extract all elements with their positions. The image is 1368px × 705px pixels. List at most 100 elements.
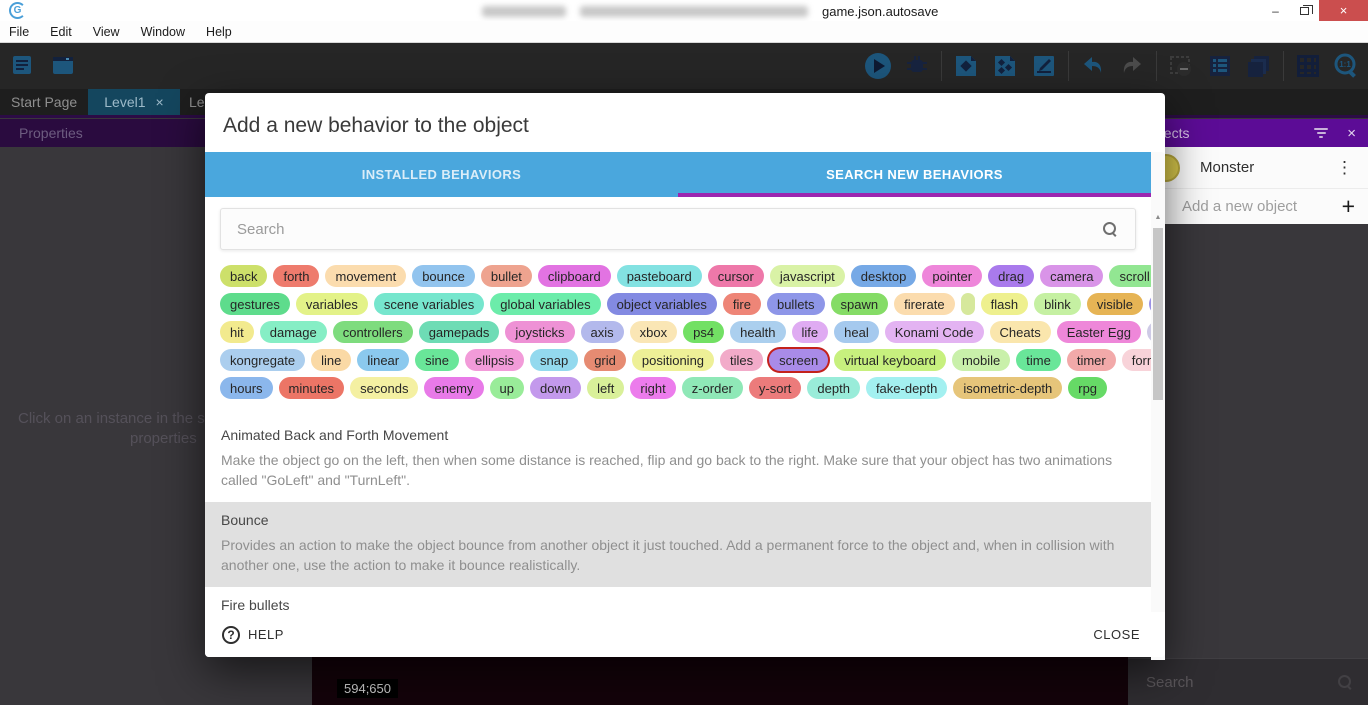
tag-chip-spawn[interactable]: spawn	[831, 293, 889, 315]
tag-chip-isometric-depth[interactable]: isometric-depth	[953, 377, 1062, 399]
tag-chip-gamepads[interactable]: gamepads	[419, 321, 500, 343]
redo-icon[interactable]	[1117, 51, 1147, 81]
tag-chip-kongregate[interactable]: kongregate	[220, 349, 305, 371]
tag-chip-cheats[interactable]: Cheats	[990, 321, 1051, 343]
object-menu-icon[interactable]: ⋮	[1336, 158, 1353, 178]
restore-button[interactable]	[1290, 0, 1319, 21]
tag-chip-enemy[interactable]: enemy	[424, 377, 483, 399]
tag-chip-back[interactable]: back	[220, 265, 267, 287]
undo-icon[interactable]	[1078, 51, 1108, 81]
tag-chip-javascript[interactable]: javascript	[770, 265, 845, 287]
tag-chip-fire[interactable]: fire	[723, 293, 761, 315]
menu-item-help[interactable]: Help	[206, 25, 232, 39]
behavior-item-bounce[interactable]: BounceProvides an action to make the obj…	[205, 502, 1151, 587]
tag-chip-bullets[interactable]: bullets	[767, 293, 825, 315]
scrollbar-thumb[interactable]	[1153, 228, 1163, 400]
tag-chip-blink[interactable]: blink	[1034, 293, 1081, 315]
tag-chip-hit[interactable]: hit	[220, 321, 254, 343]
tag-chip-y-sort[interactable]: y-sort	[749, 377, 802, 399]
tag-chip-positioning[interactable]: positioning	[632, 349, 714, 371]
tag-chip-left[interactable]: left	[587, 377, 624, 399]
filter-icon[interactable]	[1313, 128, 1329, 138]
scene-window-icon[interactable]	[48, 51, 78, 81]
tag-chip-snap[interactable]: snap	[530, 349, 578, 371]
instances-list-icon[interactable]	[1205, 51, 1235, 81]
layers-icon[interactable]	[1244, 51, 1274, 81]
tag-chip-depth[interactable]: depth	[807, 377, 860, 399]
tag-chip-object-variables[interactable]: object variables	[607, 293, 717, 315]
tab-level1[interactable]: Level1 ×	[88, 89, 180, 115]
tag-chip-joysticks[interactable]: joysticks	[505, 321, 574, 343]
tag-chip-z-order[interactable]: z-order	[682, 377, 743, 399]
project-manager-icon[interactable]	[8, 51, 38, 81]
tag-chip-down[interactable]: down	[530, 377, 581, 399]
tag-chip-right[interactable]: right	[630, 377, 675, 399]
dialog-scrollbar[interactable]: ▲ ▼	[1151, 152, 1165, 660]
tag-chip-flash[interactable]: flash	[981, 293, 1028, 315]
debug-icon[interactable]	[902, 51, 932, 81]
tag-chip-heal[interactable]: heal	[834, 321, 879, 343]
tag-chip-virtual-keyboard[interactable]: virtual keyboard	[834, 349, 946, 371]
help-button[interactable]: ? HELP	[222, 626, 284, 644]
tag-chip-bounce[interactable]: bounce	[412, 265, 475, 287]
zoom-1-1-icon[interactable]: 1:1	[1332, 51, 1362, 81]
tag-chip-screen[interactable]: screen	[769, 349, 828, 371]
scroll-up-icon[interactable]: ▲	[1151, 214, 1165, 221]
tag-chip-up[interactable]: up	[490, 377, 524, 399]
tag-chip-camera[interactable]: camera	[1040, 265, 1103, 287]
tab-search-new-behaviors[interactable]: SEARCH NEW BEHAVIORS	[678, 152, 1151, 197]
add-object-icon[interactable]	[951, 51, 981, 81]
menu-item-window[interactable]: Window	[141, 25, 185, 39]
close-window-button[interactable]: ×	[1319, 0, 1368, 21]
tag-chip-variables[interactable]: variables	[296, 293, 368, 315]
tag-chip-tiles[interactable]: tiles	[720, 349, 763, 371]
tag-chip-life[interactable]: life	[792, 321, 829, 343]
menu-item-edit[interactable]: Edit	[50, 25, 72, 39]
tag-chip-ps4[interactable]: ps4	[683, 321, 724, 343]
tag-chip-bullet[interactable]: bullet	[481, 265, 532, 287]
minimize-button[interactable]: –	[1261, 0, 1290, 21]
behavior-item-animated-back-and-forth-movement[interactable]: Animated Back and Forth MovementMake the…	[205, 417, 1151, 502]
tab-installed-behaviors[interactable]: INSTALLED BEHAVIORS	[205, 152, 678, 197]
menu-item-view[interactable]: View	[93, 25, 120, 39]
tag-chip-hours[interactable]: hours	[220, 377, 273, 399]
tab-start-page[interactable]: Start Page	[11, 89, 77, 115]
tag-chip-firerate[interactable]: firerate	[894, 293, 954, 315]
tab-close-icon[interactable]: ×	[156, 94, 164, 110]
tag-chip-blank[interactable]	[961, 293, 975, 315]
tag-chip-format[interactable]: format	[1122, 349, 1151, 371]
objects-search-field[interactable]: Search	[1128, 658, 1368, 705]
tag-chip-rpg[interactable]: rpg	[1068, 377, 1107, 399]
close-dialog-button[interactable]: CLOSE	[1093, 627, 1140, 642]
behavior-search-field[interactable]: Search	[220, 208, 1136, 250]
menu-item-file[interactable]: File	[9, 25, 29, 39]
tag-chip-grid[interactable]: grid	[584, 349, 626, 371]
tag-chip-visible[interactable]: visible	[1087, 293, 1143, 315]
tag-chip-pasteboard[interactable]: pasteboard	[617, 265, 702, 287]
tag-chip-axis[interactable]: axis	[581, 321, 624, 343]
tag-chip-xbox[interactable]: xbox	[630, 321, 677, 343]
mask-icon[interactable]	[1166, 51, 1196, 81]
tag-chip-sine[interactable]: sine	[415, 349, 459, 371]
play-icon[interactable]	[863, 51, 893, 81]
tag-chip-seconds[interactable]: seconds	[350, 377, 418, 399]
tag-chip-timer[interactable]: timer	[1067, 349, 1116, 371]
tag-chip-desktop[interactable]: desktop	[851, 265, 917, 287]
close-panel-icon[interactable]: ×	[1347, 125, 1356, 142]
tag-chip-mobile[interactable]: mobile	[952, 349, 1010, 371]
tag-chip-line[interactable]: line	[311, 349, 351, 371]
tag-chip-pointer[interactable]: pointer	[922, 265, 982, 287]
tag-chip-scene-variables[interactable]: scene variables	[374, 293, 484, 315]
tag-chip-controllers[interactable]: controllers	[333, 321, 413, 343]
tag-chip-easter-egg[interactable]: Easter Egg	[1057, 321, 1141, 343]
tab-level2[interactable]: Le	[189, 89, 205, 115]
tag-chip-time[interactable]: time	[1016, 349, 1061, 371]
behavior-item-fire-bullets[interactable]: Fire bulletsAllow the object to fire bul…	[205, 587, 1151, 612]
edit-scene-icon[interactable]	[1029, 51, 1059, 81]
tag-chip-health[interactable]: health	[730, 321, 785, 343]
tag-chip-damage[interactable]: damage	[260, 321, 327, 343]
tag-chip-clipboard[interactable]: clipboard	[538, 265, 611, 287]
tag-chip-movement[interactable]: movement	[325, 265, 406, 287]
tag-chip-forth[interactable]: forth	[273, 265, 319, 287]
grid-icon[interactable]	[1293, 51, 1323, 81]
